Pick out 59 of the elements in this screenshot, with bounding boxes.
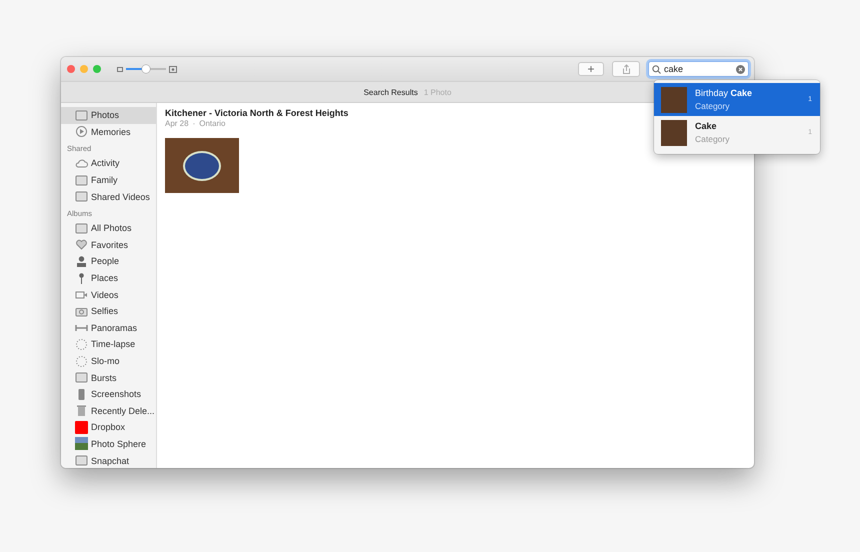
sidebar-item[interactable]: Family <box>61 172 156 188</box>
photo-placeholder <box>661 120 687 146</box>
clear-icon[interactable] <box>736 64 745 74</box>
sidebar-item[interactable]: Recently Dele... <box>61 402 156 420</box>
moment-title: Kitchener - Victoria North & Forest Heights <box>165 108 348 118</box>
sidebar-item[interactable]: People <box>61 253 156 270</box>
moment-date: Apr 28 <box>165 119 189 128</box>
minimize-button[interactable] <box>80 65 88 73</box>
photos-icon <box>75 108 88 122</box>
moment-place: Ontario <box>199 119 226 128</box>
sidebar-item[interactable]: Selfies <box>61 302 156 320</box>
album-icon <box>75 174 88 187</box>
landscape-icon <box>75 437 88 450</box>
album-icon <box>75 371 88 384</box>
cloud-icon <box>75 156 88 170</box>
suggestion-subtitle: Category <box>695 101 730 111</box>
separator-dot-icon: · <box>192 119 196 128</box>
sidebar-item[interactable]: All Photos <box>61 220 156 237</box>
subtitle-title: Search Results <box>364 88 418 96</box>
photo-placeholder <box>661 86 687 112</box>
sidebar-item[interactable]: Videos <box>61 286 156 303</box>
square-icon <box>75 420 88 434</box>
search-field[interactable]: cake <box>648 61 749 77</box>
heart-icon <box>75 238 88 252</box>
sidebar-item[interactable]: Dropbox <box>61 419 156 436</box>
album-icon <box>75 190 88 204</box>
suggestion-title: Birthday Cake <box>695 88 754 98</box>
album-icon <box>75 222 88 235</box>
dots-icon <box>75 338 88 351</box>
add-button[interactable]: + <box>578 62 604 76</box>
share-icon <box>622 64 630 74</box>
large-photo-icon <box>169 66 177 72</box>
sidebar-item[interactable]: Snapchat <box>61 452 156 468</box>
suggestion-title: Cake <box>695 121 718 131</box>
sidebar-item[interactable]: Time-lapse <box>61 336 156 353</box>
suggestion-subtitle: Category <box>695 134 730 144</box>
sidebar-item[interactable]: Places <box>61 270 156 286</box>
sidebar-item[interactable]: Shared Videos <box>61 188 156 205</box>
sidebar-item[interactable]: Photos <box>61 107 156 124</box>
sidebar-item[interactable]: Activity <box>61 155 156 172</box>
search-value: cake <box>664 64 684 74</box>
sidebar-item[interactable]: Bursts <box>61 369 156 386</box>
dots-icon <box>75 354 88 368</box>
photo-count: 1 Photo <box>424 88 452 96</box>
small-photo-icon <box>117 66 123 72</box>
person-icon <box>75 254 88 268</box>
photo-placeholder[interactable] <box>165 138 239 193</box>
trash-icon <box>75 404 88 418</box>
sidebar-item[interactable]: Favorites <box>61 236 156 254</box>
close-button[interactable] <box>67 65 75 73</box>
sidebar-item[interactable]: Photo Sphere <box>61 436 156 452</box>
sidebar-item[interactable]: Panoramas <box>61 320 156 336</box>
sidebar-item[interactable]: Slo-mo <box>61 352 156 370</box>
sidebar-item[interactable]: Memories <box>61 124 156 140</box>
memories-icon <box>75 125 88 138</box>
search-icon <box>652 64 661 74</box>
zoom-button[interactable] <box>93 65 101 73</box>
sidebar-item[interactable]: Screenshots <box>61 386 156 402</box>
share-button[interactable] <box>612 61 640 77</box>
